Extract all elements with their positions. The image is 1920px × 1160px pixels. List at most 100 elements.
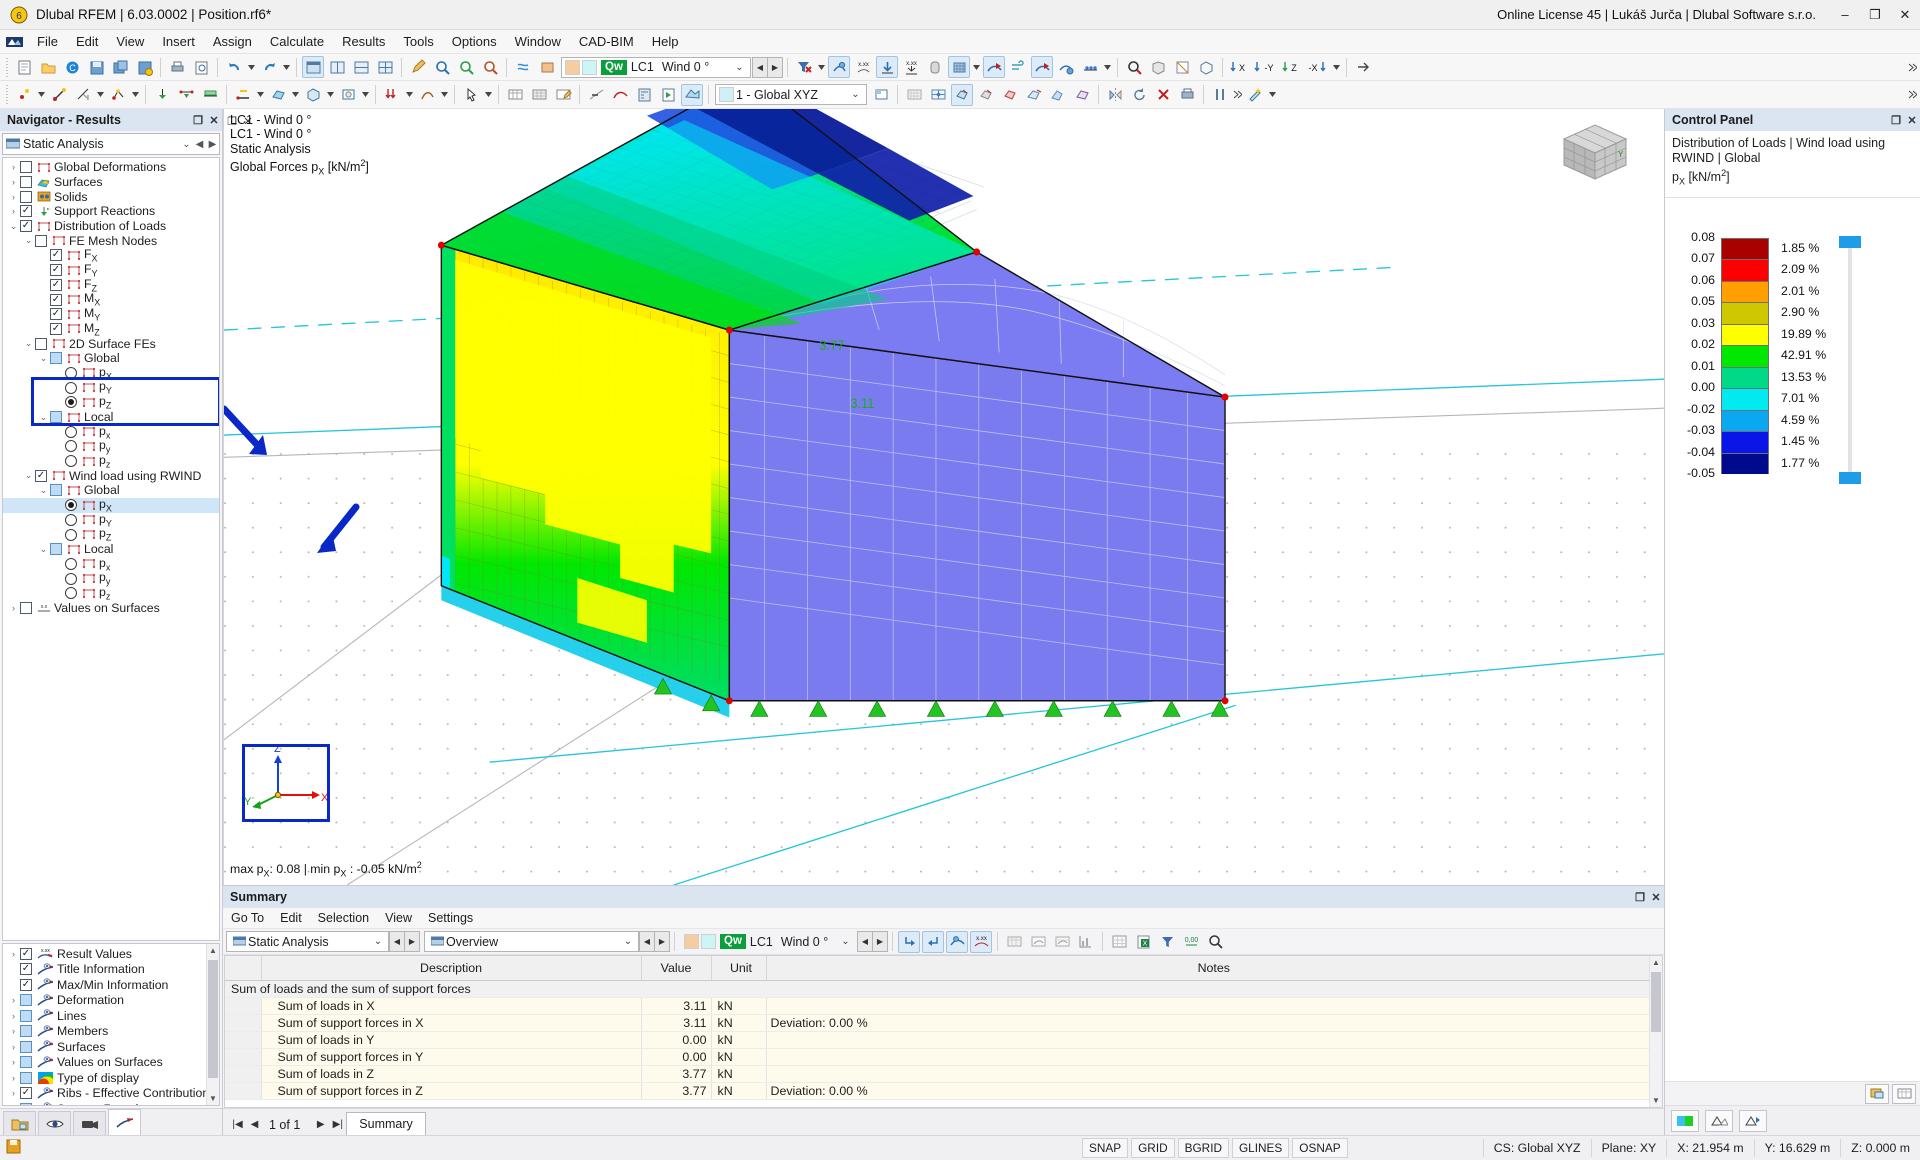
- checkbox-local[interactable]: [50, 411, 62, 424]
- checkbox-title-information[interactable]: [20, 963, 32, 976]
- model-viewport[interactable]: ❐ ✕ LC1 - Wind 0 ° LC1 - Wind 0 ° Static…: [223, 109, 1664, 885]
- scroll-down-arrow-icon[interactable]: ▼: [207, 1092, 219, 1105]
- checkbox-mx[interactable]: [50, 293, 62, 306]
- chevron-down-icon[interactable]: ⌄: [837, 936, 854, 947]
- legend-slider-knob-bottom[interactable]: [1839, 471, 1861, 484]
- new-button[interactable]: [13, 56, 35, 78]
- tree-item-py[interactable]: py: [3, 570, 219, 587]
- polyline-tool-caret[interactable]: [130, 84, 141, 106]
- node-tool-caret[interactable]: [36, 84, 47, 106]
- menu-item-assign[interactable]: Assign: [204, 31, 261, 52]
- calc-button[interactable]: [633, 84, 655, 106]
- mesh-view-button[interactable]: [948, 56, 970, 78]
- legend-color-swatch[interactable]: [1721, 302, 1769, 324]
- zoom-out-button[interactable]: [455, 56, 477, 78]
- legend-color-swatch[interactable]: [1721, 345, 1769, 367]
- print-preview-button[interactable]: [190, 56, 212, 78]
- tree-item-2d-surface-fes[interactable]: ⌄ 2D Surface FEs: [3, 336, 219, 351]
- control-panel-close-button[interactable]: ✕: [1904, 110, 1920, 130]
- status-toggle-osnap[interactable]: OSNAP: [1292, 1138, 1348, 1158]
- checkbox-global-deformations[interactable]: [20, 161, 32, 174]
- open-button[interactable]: [37, 56, 59, 78]
- menu-item-options[interactable]: Options: [443, 31, 506, 52]
- tree-item-support-reactions[interactable]: › Support Reactions: [3, 204, 219, 219]
- summary-menu-item-go-to[interactable]: Go To: [223, 909, 272, 927]
- tree-item-global[interactable]: ⌄ Global: [3, 351, 219, 366]
- nodal-support-button[interactable]: [175, 84, 197, 106]
- display-properties-tree[interactable]: › x.xx Result ValuesTitle InformationMax/M…: [2, 943, 220, 1106]
- chevron-right-icon[interactable]: ›: [7, 1073, 20, 1083]
- isometric-view-button[interactable]: [1147, 56, 1169, 78]
- tree-item-pz[interactable]: pZ: [3, 394, 219, 411]
- control-panel-float-button[interactable]: ❐: [1888, 110, 1904, 130]
- menu-item-file[interactable]: File: [28, 31, 67, 52]
- select-tool-caret[interactable]: [483, 84, 494, 106]
- mesh-refine-button[interactable]: [927, 84, 949, 106]
- save-as-button[interactable]: [133, 56, 155, 78]
- tree-item-mz[interactable]: MZ: [3, 321, 219, 337]
- legend-slider-track[interactable]: [1848, 241, 1852, 477]
- display-item-title-information[interactable]: Title Information: [3, 962, 205, 978]
- menu-item-window[interactable]: Window: [506, 31, 570, 52]
- view-mode-2-button[interactable]: [326, 56, 348, 78]
- table-row[interactable]: Sum of support forces in Z 3.77 kN Deviatio…: [225, 1082, 1662, 1100]
- tree-item-fx[interactable]: FX: [3, 247, 219, 264]
- result-values-2-button[interactable]: x.xx: [900, 56, 922, 78]
- chevron-down-icon[interactable]: ⌄: [180, 139, 193, 150]
- radio-px[interactable]: [65, 557, 77, 570]
- display-item-ribs-effective-contribution-on-su-[interactable]: › Ribs - Effective Contribution on Su...: [3, 1086, 219, 1102]
- prev-analysis-button[interactable]: ◀: [193, 139, 206, 150]
- load-tool-button[interactable]: [381, 84, 403, 106]
- display-item-result-values[interactable]: › x.xx Result Values: [3, 946, 205, 962]
- next-analysis-button[interactable]: ▶: [206, 139, 219, 150]
- checkbox-global[interactable]: [50, 484, 62, 497]
- save-button[interactable]: [85, 56, 107, 78]
- render-button[interactable]: [681, 83, 703, 106]
- tree-item-local[interactable]: ⌄ Local: [3, 410, 219, 425]
- checkbox-fx[interactable]: [50, 249, 62, 262]
- table-row[interactable]: Sum of support forces in Y 0.00 kN: [225, 1048, 1662, 1066]
- menu-item-tools[interactable]: Tools: [394, 31, 442, 52]
- more-tools-button[interactable]: [1352, 56, 1374, 78]
- mirror-button[interactable]: [1104, 84, 1126, 106]
- legend-color-swatch[interactable]: [1721, 409, 1769, 432]
- filter-clear-button[interactable]: [793, 56, 815, 78]
- edit-model-button[interactable]: [407, 56, 429, 78]
- opening-tool-button[interactable]: [337, 84, 359, 106]
- summary-menu-item-view[interactable]: View: [377, 909, 420, 927]
- deformation-button[interactable]: [876, 56, 898, 78]
- scroll-down-arrow-icon[interactable]: ▼: [1650, 1094, 1662, 1107]
- legend-color-swatch[interactable]: [1721, 259, 1769, 281]
- layout-caret[interactable]: [1232, 84, 1243, 106]
- toolbar-grip[interactable]: [4, 57, 10, 77]
- load-case-combo[interactable]: Qw LC1 Wind 0 ° ⌄: [561, 56, 751, 78]
- checkbox-members[interactable]: [20, 1025, 32, 1038]
- layout-button[interactable]: [1209, 84, 1231, 106]
- calc-run-button[interactable]: [657, 84, 679, 106]
- view-axis-z-button[interactable]: Z: [1280, 56, 1302, 78]
- legend-row[interactable]: -0.02 4.59 %: [1687, 402, 1897, 432]
- chevron-down-icon[interactable]: ⌄: [22, 235, 35, 246]
- summary-chart-button[interactable]: [1075, 931, 1097, 953]
- show-results-button[interactable]: [828, 56, 850, 78]
- tree-item-py[interactable]: pY: [3, 379, 219, 396]
- render-mode-3-button[interactable]: [999, 84, 1021, 106]
- radio-py[interactable]: [65, 381, 77, 394]
- checkbox-fe-mesh-nodes[interactable]: [35, 234, 47, 247]
- tree-item-mx[interactable]: MX: [3, 291, 219, 308]
- tree-item-solids[interactable]: › Solids: [3, 189, 219, 204]
- first-page-button[interactable]: |◀: [229, 1113, 246, 1135]
- summary-next-analysis-button[interactable]: ▶: [404, 931, 420, 952]
- view-cube[interactable]: Y: [1556, 121, 1634, 183]
- surface-tool-button[interactable]: [267, 84, 289, 106]
- summary-nav-back-button[interactable]: [898, 930, 920, 953]
- display-item-support-reactions[interactable]: › Support Reactions: [3, 1101, 205, 1105]
- chevron-right-icon[interactable]: ›: [7, 177, 20, 187]
- display-item-type-of-display[interactable]: › Type of display: [3, 1070, 205, 1086]
- radio-py[interactable]: [65, 440, 77, 453]
- tree-item-surfaces[interactable]: › Surfaces: [3, 175, 219, 190]
- radio-pz[interactable]: [65, 396, 77, 409]
- chevron-down-icon[interactable]: ⌄: [37, 353, 50, 364]
- chevron-down-icon[interactable]: ⌄: [37, 412, 50, 423]
- filter-dropdown-caret[interactable]: [816, 56, 827, 78]
